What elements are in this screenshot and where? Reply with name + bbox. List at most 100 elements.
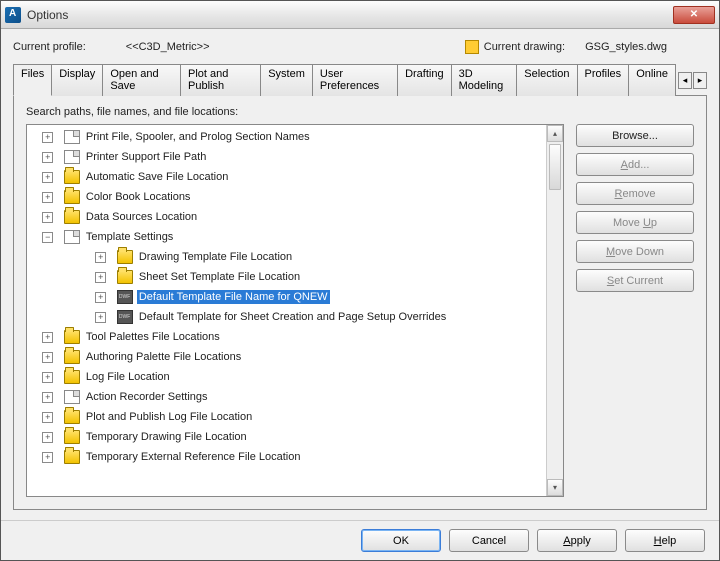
expand-toggle[interactable]: + bbox=[95, 292, 106, 303]
scroll-thumb[interactable] bbox=[549, 144, 561, 190]
expand-toggle[interactable]: + bbox=[42, 192, 53, 203]
tree-node-label[interactable]: Temporary Drawing File Location bbox=[84, 430, 249, 444]
ok-button[interactable]: OK bbox=[361, 529, 441, 552]
tree-node[interactable]: + Temporary External Reference File Loca… bbox=[27, 447, 563, 467]
tree-node[interactable]: + Sheet Set Template File Location bbox=[27, 267, 563, 287]
tab-user-preferences[interactable]: User Preferences bbox=[312, 64, 398, 96]
current-profile-value: <<C3D_Metric>> bbox=[126, 41, 210, 53]
tree-node-label[interactable]: Authoring Palette File Locations bbox=[84, 350, 243, 364]
tree-node[interactable]: + Log File Location bbox=[27, 367, 563, 387]
expand-toggle[interactable]: + bbox=[42, 352, 53, 363]
tab-online[interactable]: Online bbox=[628, 64, 676, 96]
tab-profiles[interactable]: Profiles bbox=[577, 64, 630, 96]
tree-node[interactable]: + Print File, Spooler, and Prolog Sectio… bbox=[27, 127, 563, 147]
tab-drafting[interactable]: Drafting bbox=[397, 64, 452, 96]
folder-icon bbox=[64, 370, 80, 384]
folder-icon bbox=[64, 330, 80, 344]
tab-files[interactable]: Files bbox=[13, 64, 52, 96]
tree-node-label[interactable]: Action Recorder Settings bbox=[84, 390, 210, 404]
tree-node-label[interactable]: Default Template File Name for QNEW bbox=[137, 290, 330, 304]
tab-open-and-save[interactable]: Open and Save bbox=[102, 64, 181, 96]
titlebar[interactable]: Options ✕ bbox=[1, 1, 719, 29]
dialog-body: Current profile: <<C3D_Metric>> Current … bbox=[1, 29, 719, 520]
scroll-down-button[interactable]: ▾ bbox=[547, 479, 563, 496]
dwf-icon bbox=[117, 310, 133, 324]
tree-node[interactable]: + Authoring Palette File Locations bbox=[27, 347, 563, 367]
tree-node[interactable]: + Plot and Publish Log File Location bbox=[27, 407, 563, 427]
current-drawing-value: GSG_styles.dwg bbox=[585, 41, 667, 53]
expand-toggle[interactable]: + bbox=[42, 452, 53, 463]
expand-toggle[interactable]: + bbox=[42, 372, 53, 383]
tree-node[interactable]: + Automatic Save File Location bbox=[27, 167, 563, 187]
tree-node-label[interactable]: Template Settings bbox=[84, 230, 175, 244]
scroll-track[interactable] bbox=[547, 192, 563, 479]
tab-scroll: ◂ ▸ bbox=[677, 63, 707, 95]
tree-node-label[interactable]: Data Sources Location bbox=[84, 210, 199, 224]
expand-toggle[interactable]: + bbox=[95, 252, 106, 263]
doc-icon bbox=[64, 150, 80, 164]
tab-scroll-right[interactable]: ▸ bbox=[693, 72, 707, 89]
tab-system[interactable]: System bbox=[260, 64, 313, 96]
tree-node[interactable]: + Default Template for Sheet Creation an… bbox=[27, 307, 563, 327]
expand-toggle[interactable]: + bbox=[42, 332, 53, 343]
tree-node-label[interactable]: Printer Support File Path bbox=[84, 150, 208, 164]
cancel-button[interactable]: Cancel bbox=[449, 529, 529, 552]
tree-node[interactable]: + Data Sources Location bbox=[27, 207, 563, 227]
tree-node-label[interactable]: Sheet Set Template File Location bbox=[137, 270, 302, 284]
tree-node-label[interactable]: Temporary External Reference File Locati… bbox=[84, 450, 303, 464]
tree-node-label[interactable]: Automatic Save File Location bbox=[84, 170, 230, 184]
remove-button[interactable]: Remove bbox=[576, 182, 694, 205]
options-dialog: Options ✕ Current profile: <<C3D_Metric>… bbox=[0, 0, 720, 561]
folder-icon bbox=[64, 430, 80, 444]
expand-toggle[interactable]: + bbox=[42, 132, 53, 143]
expand-toggle[interactable]: + bbox=[95, 272, 106, 283]
tree-node[interactable]: + Action Recorder Settings bbox=[27, 387, 563, 407]
tree-scrollbar[interactable]: ▴ ▾ bbox=[546, 125, 563, 496]
tree-node-label[interactable]: Color Book Locations bbox=[84, 190, 193, 204]
doc-icon bbox=[64, 390, 80, 404]
folder-icon bbox=[117, 270, 133, 284]
expand-toggle[interactable]: + bbox=[42, 212, 53, 223]
tab-display[interactable]: Display bbox=[51, 64, 103, 96]
tab-plot-and-publish[interactable]: Plot and Publish bbox=[180, 64, 261, 96]
tree-node-label[interactable]: Drawing Template File Location bbox=[137, 250, 294, 264]
expand-toggle[interactable]: + bbox=[42, 172, 53, 183]
drawing-icon bbox=[465, 40, 479, 54]
folder-icon bbox=[64, 410, 80, 424]
doc-icon bbox=[64, 130, 80, 144]
tree-node-label[interactable]: Default Template for Sheet Creation and … bbox=[137, 310, 448, 324]
scroll-up-button[interactable]: ▴ bbox=[547, 125, 563, 142]
set-current-button[interactable]: Set Current bbox=[576, 269, 694, 292]
close-button[interactable]: ✕ bbox=[673, 6, 715, 24]
tree-node[interactable]: + Default Template File Name for QNEW bbox=[27, 287, 563, 307]
dialog-footer: OK Cancel Apply Help bbox=[1, 520, 719, 560]
expand-toggle[interactable]: + bbox=[42, 432, 53, 443]
tree-node[interactable]: + Tool Palettes File Locations bbox=[27, 327, 563, 347]
collapse-toggle[interactable]: − bbox=[42, 232, 53, 243]
tree-node-label[interactable]: Log File Location bbox=[84, 370, 172, 384]
side-buttons: Browse... Add... Remove Move Up Move Dow… bbox=[576, 124, 694, 497]
tree-node[interactable]: + Temporary Drawing File Location bbox=[27, 427, 563, 447]
tree-view[interactable]: + Print File, Spooler, and Prolog Sectio… bbox=[26, 124, 564, 497]
browse-button[interactable]: Browse... bbox=[576, 124, 694, 147]
expand-toggle[interactable]: + bbox=[95, 312, 106, 323]
move-down-button[interactable]: Move Down bbox=[576, 240, 694, 263]
apply-button[interactable]: Apply bbox=[537, 529, 617, 552]
tree-node[interactable]: + Drawing Template File Location bbox=[27, 247, 563, 267]
expand-toggle[interactable]: + bbox=[42, 412, 53, 423]
tree-node[interactable]: + Color Book Locations bbox=[27, 187, 563, 207]
move-up-button[interactable]: Move Up bbox=[576, 211, 694, 234]
add-button[interactable]: Add... bbox=[576, 153, 694, 176]
tab-scroll-left[interactable]: ◂ bbox=[678, 72, 692, 89]
expand-toggle[interactable]: + bbox=[42, 392, 53, 403]
tree-node[interactable]: + Printer Support File Path bbox=[27, 147, 563, 167]
tab-selection[interactable]: Selection bbox=[516, 64, 577, 96]
tab-3d-modeling[interactable]: 3D Modeling bbox=[451, 64, 518, 96]
tree-node-label[interactable]: Tool Palettes File Locations bbox=[84, 330, 222, 344]
expand-toggle[interactable]: + bbox=[42, 152, 53, 163]
tree-node[interactable]: − Template Settings bbox=[27, 227, 563, 247]
tree-node-label[interactable]: Print File, Spooler, and Prolog Section … bbox=[84, 130, 312, 144]
help-button[interactable]: Help bbox=[625, 529, 705, 552]
tree-node-label[interactable]: Plot and Publish Log File Location bbox=[84, 410, 254, 424]
files-panel: Search paths, file names, and file locat… bbox=[13, 96, 707, 510]
